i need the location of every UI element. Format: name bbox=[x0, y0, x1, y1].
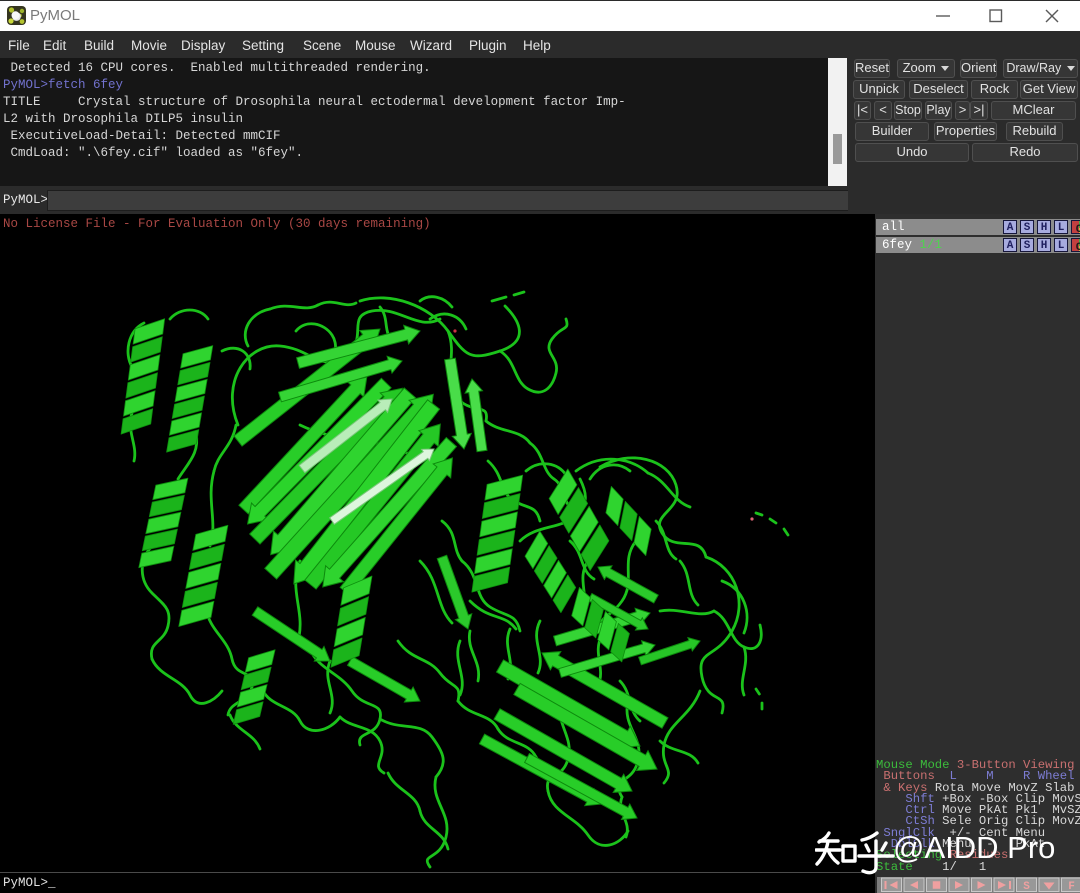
svg-text:C: C bbox=[1076, 224, 1080, 234]
svg-text:S: S bbox=[1023, 881, 1030, 893]
svg-text:C: C bbox=[1076, 242, 1080, 252]
svg-text:F: F bbox=[1068, 881, 1075, 893]
